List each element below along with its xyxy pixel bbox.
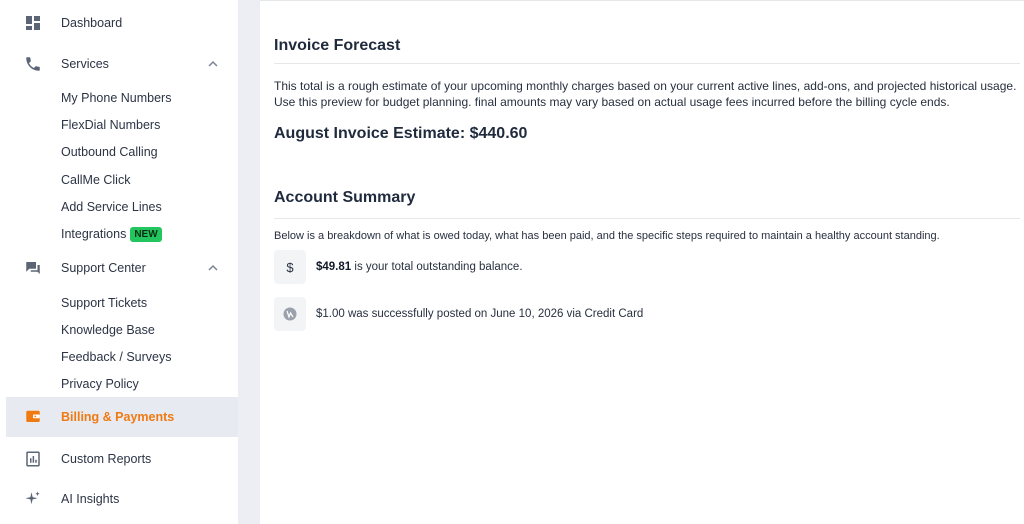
sidebar-item-flexdial-numbers[interactable]: FlexDial Numbers [61,116,160,134]
sidebar-item-integrations[interactable]: Integrations NEW [61,225,162,243]
sidebar-item-label: FlexDial Numbers [61,118,161,132]
balance-amount: $49.81 [316,261,352,273]
sidebar-item-callme-click[interactable]: CallMe Click [61,171,130,189]
sidebar-item-label: Integrations [61,227,127,241]
account-summary-title: Account Summary [274,189,416,206]
balance-description: is your total outstanding balance. [351,261,523,273]
sidebar-item-billing-payments[interactable]: Billing & Payments [6,397,238,437]
sidebar-item-privacy-policy[interactable]: Privacy Policy [61,375,139,393]
sidebar-item-label: Outbound Calling [61,145,158,159]
sidebar: Dashboard Services My Phone Numbers Flex… [0,0,238,524]
sidebar-item-ai-insights[interactable]: AI Insights [16,484,232,514]
balance-text: $49.81 is your total outstanding balance… [316,261,523,273]
section-divider [274,218,1020,219]
dashboard-icon [23,13,43,33]
sidebar-item-add-service-lines[interactable]: Add Service Lines [61,198,162,216]
balance-row: $ $49.81 is your total outstanding balan… [274,250,874,284]
sidebar-item-label: AI Insights [61,492,120,506]
sidebar-item-support-center[interactable]: Support Center [16,253,232,283]
invoice-estimate: August Invoice Estimate: $440.60 [274,125,528,142]
chat-icon [23,258,43,278]
sidebar-item-my-phone-numbers[interactable]: My Phone Numbers [61,89,171,107]
sidebar-item-label: Services [61,57,109,71]
sidebar-item-label: Knowledge Base [61,323,155,337]
sidebar-item-label: Privacy Policy [61,377,139,391]
invoice-forecast-title: Invoice Forecast [274,37,401,54]
sidebar-divider [238,0,260,524]
report-icon [23,449,43,469]
sidebar-item-support-tickets[interactable]: Support Tickets [61,294,147,312]
sidebar-item-label: Add Service Lines [61,200,162,214]
sidebar-item-label: Support Tickets [61,296,148,310]
sidebar-item-knowledge-base[interactable]: Knowledge Base [61,321,155,339]
sidebar-item-custom-reports[interactable]: Custom Reports [16,444,232,474]
sparkle-icon [23,489,43,509]
payment-row: $1.00 was successfully posted on June 10… [274,297,874,331]
card-icon [274,297,306,331]
chevron-up-icon[interactable] [206,57,220,71]
sidebar-item-outbound-calling[interactable]: Outbound Calling [61,143,158,161]
dollar-icon: $ [274,250,306,284]
sidebar-item-label: Support Center [61,261,146,275]
main-content: Invoice Forecast This total is a rough e… [260,0,1024,524]
sidebar-item-dashboard[interactable]: Dashboard [16,8,232,38]
sidebar-item-label: Custom Reports [61,452,152,466]
sidebar-item-label: Dashboard [61,16,123,30]
chevron-up-icon[interactable] [206,261,220,275]
sidebar-item-feedback-surveys[interactable]: Feedback / Surveys [61,348,171,366]
section-divider [274,63,1020,64]
sidebar-item-label: My Phone Numbers [61,91,172,105]
account-summary-description: Below is a breakdown of what is owed tod… [274,230,940,242]
payment-text: $1.00 was successfully posted on June 10… [316,308,644,320]
sidebar-item-label: Billing & Payments [61,410,175,424]
wallet-icon [24,407,44,427]
invoice-forecast-description: This total is a rough estimate of your u… [274,79,1017,109]
sidebar-item-services[interactable]: Services [16,49,232,79]
new-badge: NEW [130,226,162,242]
sidebar-item-label: CallMe Click [61,173,131,187]
phone-icon [23,54,43,74]
sidebar-item-label: Feedback / Surveys [61,350,172,364]
